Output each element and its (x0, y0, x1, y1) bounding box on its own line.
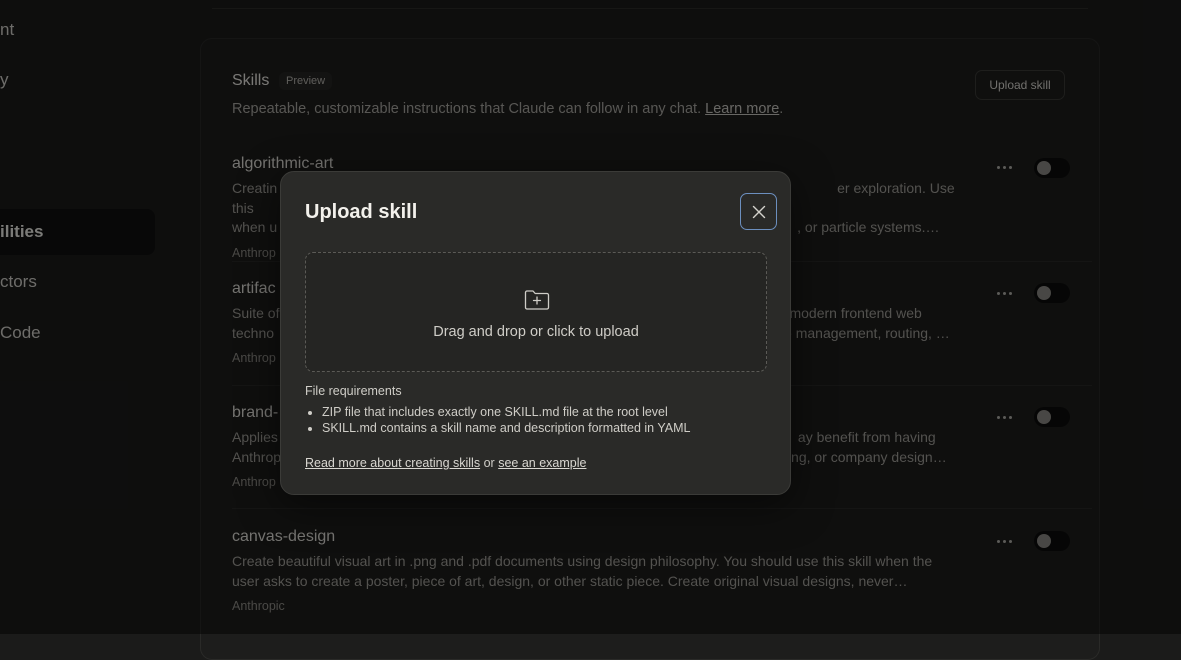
requirements-title: File requirements (305, 384, 402, 398)
help-links: Read more about creating skills or see a… (305, 456, 586, 470)
requirement-item: SKILL.md contains a skill name and descr… (322, 420, 690, 436)
requirement-item: ZIP file that includes exactly one SKILL… (322, 404, 690, 420)
dropzone-label: Drag and drop or click to upload (433, 324, 639, 340)
read-more-link[interactable]: Read more about creating skills (305, 456, 480, 470)
dialog-title: Upload skill (305, 201, 418, 223)
links-separator: or (483, 456, 495, 470)
close-icon (752, 205, 765, 218)
see-example-link[interactable]: see an example (498, 456, 586, 470)
folder-add-icon (524, 290, 550, 310)
close-button[interactable] (740, 193, 777, 230)
requirements-list: ZIP file that includes exactly one SKILL… (305, 404, 690, 436)
upload-skill-dialog: Upload skill Drag and drop or click to u… (280, 171, 791, 495)
file-dropzone[interactable]: Drag and drop or click to upload (305, 252, 767, 372)
